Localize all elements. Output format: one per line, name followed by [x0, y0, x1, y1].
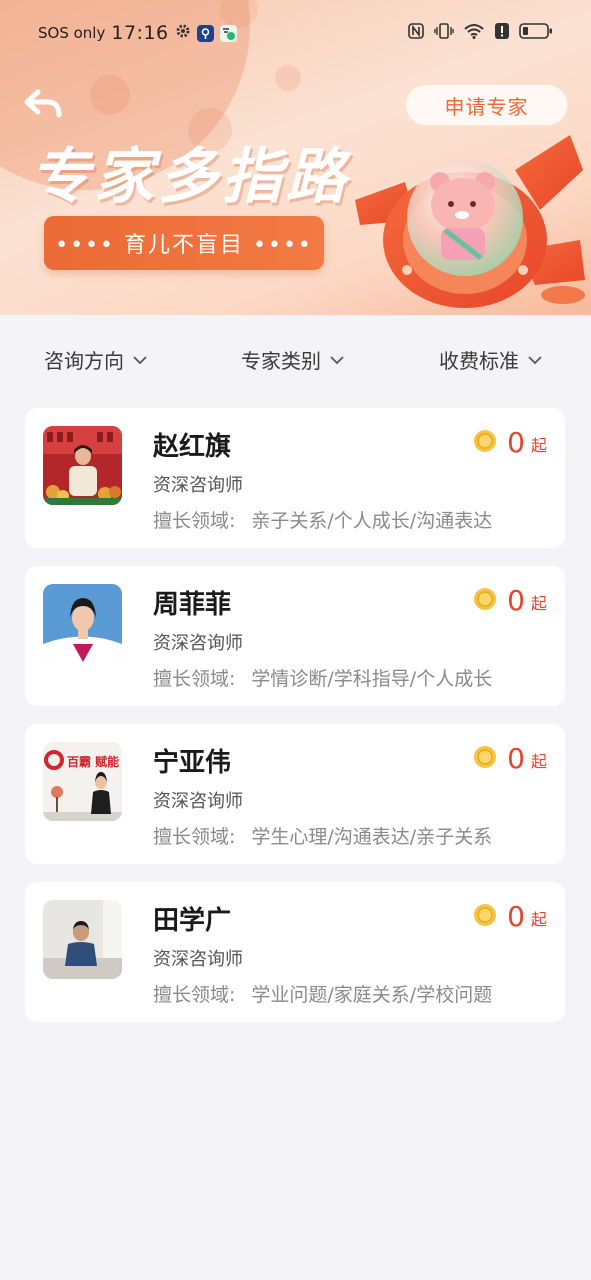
decor-circle — [275, 65, 301, 91]
filter-expert-category[interactable]: 专家类别 — [241, 345, 345, 374]
apply-expert-button[interactable]: 申请专家 — [405, 84, 568, 126]
price-value: 0 — [507, 900, 525, 933]
expert-title: 资深咨询师 — [153, 791, 243, 812]
status-bar: SOS only 17:16 — [0, 0, 591, 66]
expert-name: 田学广 — [153, 906, 232, 936]
back-arrow-icon — [24, 89, 62, 118]
coin-icon — [474, 588, 497, 610]
back-button[interactable] — [24, 88, 64, 122]
expert-specialty: 擅长领域: 亲子关系/个人成长/沟通表达 — [153, 506, 492, 533]
header-banner: SOS only 17:16 申请专家 专家多指路 •••• 育儿不盲目 •••… — [0, 0, 591, 315]
wifi-icon — [463, 22, 485, 44]
price-value: 0 — [507, 426, 525, 459]
expert-avatar — [43, 584, 122, 663]
filter-label: 咨询方向 — [44, 349, 124, 373]
expert-price: 0 起 — [473, 902, 547, 932]
expert-title: 资深咨询师 — [153, 633, 243, 654]
vibrate-icon — [434, 22, 454, 44]
nfc-icon — [407, 22, 425, 44]
settings-gear-icon — [175, 23, 191, 43]
expert-avatar — [43, 900, 122, 979]
price-value: 0 — [507, 742, 525, 775]
specialty-value: 亲子关系/个人成长/沟通表达 — [251, 510, 493, 532]
expert-card[interactable]: 百霸 赋能 宁亚伟 资深咨询师 擅长领域: 学生心理/沟通表达/亲子关系 0 起 — [25, 724, 565, 864]
banner-subtitle: •••• 育儿不盲目 •••• — [44, 216, 324, 270]
battery-icon — [519, 22, 553, 44]
price-unit: 起 — [530, 910, 547, 929]
specialty-label: 擅长领域: — [153, 510, 236, 532]
specialty-label: 擅长领域: — [153, 826, 236, 848]
filter-consult-direction[interactable]: 咨询方向 — [44, 345, 148, 374]
expert-card[interactable]: 赵红旗 资深咨询师 擅长领域: 亲子关系/个人成长/沟通表达 0 起 — [25, 408, 565, 548]
specialty-label: 擅长领域: — [153, 984, 236, 1006]
bear-spaceship-illustration — [355, 135, 585, 308]
expert-title: 资深咨询师 — [153, 949, 243, 970]
price-unit: 起 — [530, 594, 547, 613]
specialty-value: 学业问题/家庭关系/学校问题 — [251, 984, 493, 1006]
expert-specialty: 擅长领域: 学情诊断/学科指导/个人成长 — [153, 664, 492, 691]
price-unit: 起 — [530, 436, 547, 455]
expert-title: 资深咨询师 — [153, 475, 243, 496]
expert-card[interactable]: 田学广 资深咨询师 擅长领域: 学业问题/家庭关系/学校问题 0 起 — [25, 882, 565, 1022]
filter-label: 专家类别 — [241, 349, 321, 373]
map-pin-app-icon — [196, 24, 214, 42]
clock: 17:16 — [111, 22, 169, 44]
expert-price: 0 起 — [473, 586, 547, 616]
decor-circle — [90, 75, 130, 115]
expert-name: 宁亚伟 — [153, 748, 232, 778]
expert-price: 0 起 — [473, 428, 547, 458]
avatar-sign-text: 百霸 赋能 — [67, 754, 119, 769]
alert-icon — [494, 22, 510, 44]
expert-list-page: SOS only 17:16 申请专家 专家多指路 •••• 育儿不盲目 •••… — [0, 0, 591, 1280]
carrier-text: SOS only — [38, 24, 106, 42]
price-value: 0 — [507, 584, 525, 617]
expert-specialty: 擅长领域: 学业问题/家庭关系/学校问题 — [153, 980, 492, 1007]
expert-price: 0 起 — [473, 744, 547, 774]
expert-list: 赵红旗 资深咨询师 擅长领域: 亲子关系/个人成长/沟通表达 0 起 周菲菲 资… — [25, 408, 565, 1040]
coin-icon — [474, 904, 497, 926]
chevron-down-icon — [528, 355, 542, 364]
expert-name: 赵红旗 — [153, 432, 232, 462]
filter-label: 收费标准 — [439, 349, 519, 373]
specialty-label: 擅长领域: — [153, 668, 236, 690]
expert-avatar — [43, 426, 122, 505]
filter-fee-standard[interactable]: 收费标准 — [439, 345, 543, 374]
app-notification-icon — [219, 24, 237, 42]
expert-specialty: 擅长领域: 学生心理/沟通表达/亲子关系 — [153, 822, 492, 849]
coin-icon — [474, 746, 497, 768]
expert-card[interactable]: 周菲菲 资深咨询师 擅长领域: 学情诊断/学科指导/个人成长 0 起 — [25, 566, 565, 706]
chevron-down-icon — [133, 355, 147, 364]
specialty-value: 学情诊断/学科指导/个人成长 — [251, 668, 493, 690]
filter-bar: 咨询方向 专家类别 收费标准 — [0, 315, 591, 407]
expert-name: 周菲菲 — [153, 590, 232, 620]
expert-avatar: 百霸 赋能 — [43, 742, 122, 821]
banner-headline: 专家多指路 — [30, 142, 350, 212]
specialty-value: 学生心理/沟通表达/亲子关系 — [251, 826, 493, 848]
chevron-down-icon — [330, 355, 344, 364]
price-unit: 起 — [530, 752, 547, 771]
coin-icon — [474, 430, 497, 452]
